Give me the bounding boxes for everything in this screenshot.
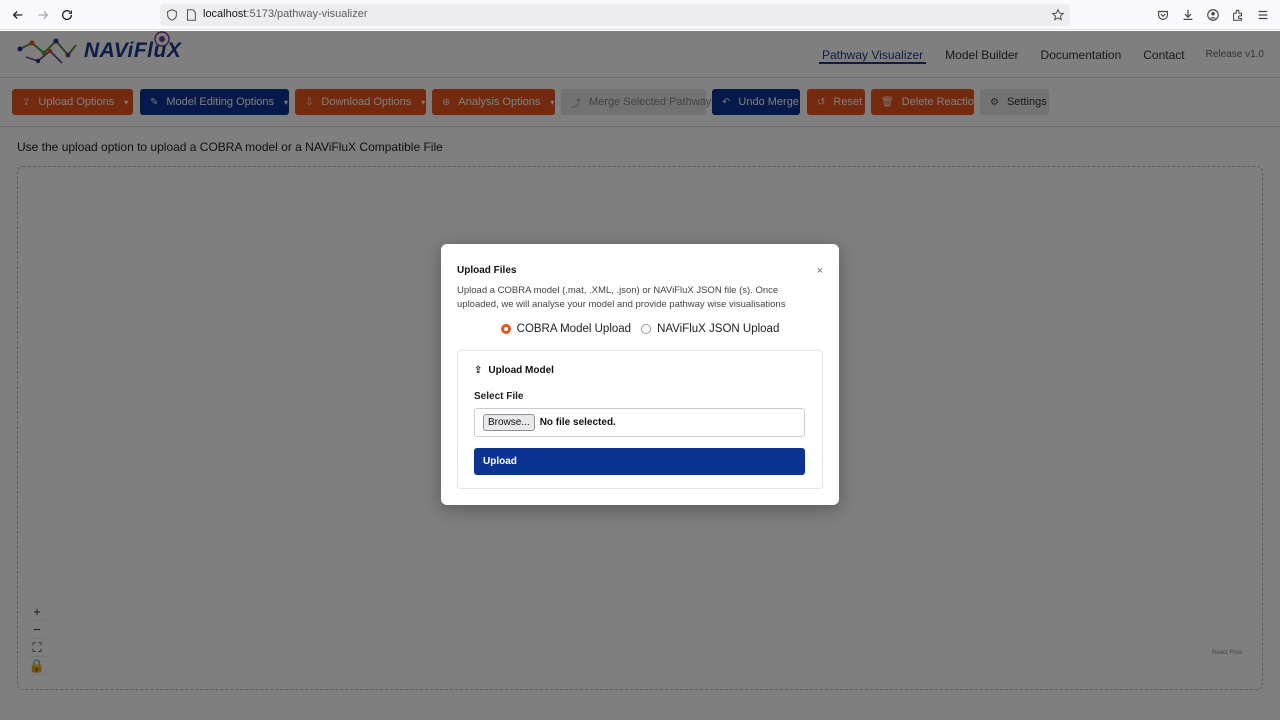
upload-files-modal: Upload Files × Upload a COBRA model (.ma… — [441, 244, 839, 505]
radio-unselected-icon[interactable] — [641, 324, 652, 334]
bookmark-star-icon[interactable] — [1051, 8, 1065, 22]
close-icon[interactable]: × — [817, 265, 823, 277]
account-icon[interactable] — [1206, 8, 1220, 22]
reload-icon[interactable] — [58, 6, 76, 24]
radio-label: COBRA Model Upload — [516, 323, 632, 335]
page-icon[interactable] — [184, 8, 198, 22]
radio-cobra-model-upload[interactable]: COBRA Model Upload — [500, 323, 632, 335]
file-status: No file selected. — [539, 417, 616, 428]
menu-icon[interactable] — [1256, 8, 1270, 22]
address-bar[interactable]: localhost:5173/pathway-visualizer — [160, 4, 1070, 26]
modal-description: Upload a COBRA model (.mat, .XML, .json)… — [457, 285, 786, 310]
file-input[interactable]: Browse... No file selected. — [474, 408, 805, 437]
back-icon[interactable] — [9, 6, 27, 24]
modal-title: Upload Files — [457, 265, 517, 276]
browse-button[interactable]: Browse... — [483, 414, 535, 431]
radio-label: NAViFluX JSON Upload — [657, 323, 780, 335]
radio-selected-icon[interactable] — [500, 324, 511, 334]
select-file-label: Select File — [474, 391, 524, 402]
radio-naviflux-json-upload[interactable]: NAViFluX JSON Upload — [641, 323, 779, 335]
upload-model-card: ⇪ Upload Model Select File Browse... No … — [457, 350, 823, 489]
url-text: localhost:5173/pathway-visualizer — [203, 8, 368, 20]
extensions-icon[interactable] — [1231, 8, 1245, 22]
upload-type-radio-group: COBRA Model Upload NAViFluX JSON Upload — [441, 323, 839, 335]
pocket-icon[interactable] — [1156, 8, 1170, 22]
upload-button[interactable]: Upload — [474, 448, 805, 475]
download-icon[interactable] — [1181, 8, 1195, 22]
shield-icon[interactable] — [165, 8, 179, 22]
card-title: ⇪ Upload Model — [474, 365, 554, 376]
forward-icon[interactable] — [34, 6, 52, 24]
card-title-label: Upload Model — [488, 365, 554, 376]
upload-icon: ⇪ — [474, 365, 483, 376]
browser-toolbar: localhost:5173/pathway-visualizer — [0, 0, 1280, 30]
